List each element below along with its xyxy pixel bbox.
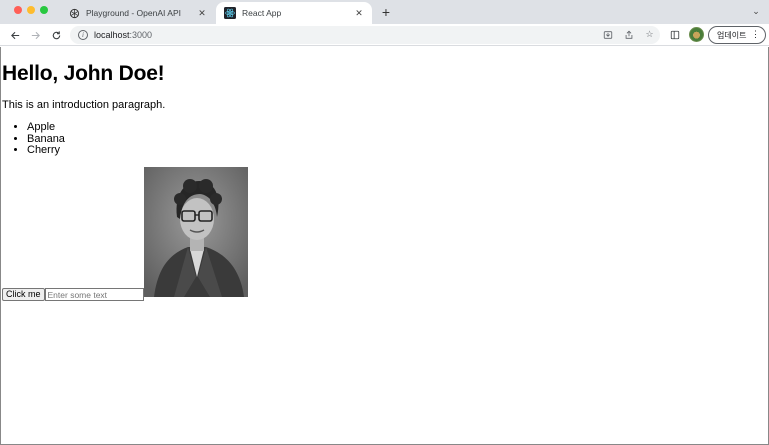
chevron-down-icon[interactable]: ⌄ — [750, 5, 762, 17]
reload-icon[interactable] — [48, 27, 64, 43]
install-icon[interactable] — [601, 28, 614, 41]
list-item: Cherry — [27, 145, 65, 157]
update-button[interactable]: 업데이트 ⋮ — [708, 26, 766, 44]
tab-react-app[interactable]: React App ✕ — [216, 2, 372, 24]
forward-arrow-icon[interactable] — [27, 27, 43, 43]
minimize-window-button[interactable] — [27, 6, 35, 14]
control-row: Click me — [2, 167, 248, 301]
new-tab-button[interactable]: + — [378, 3, 394, 21]
page-viewport: Hello, John Doe! This is an introduction… — [0, 47, 769, 445]
react-icon — [224, 7, 236, 19]
side-panel-icon[interactable] — [668, 28, 682, 42]
intro-paragraph: This is an introduction paragraph. — [2, 99, 166, 111]
tab-title: React App — [242, 8, 282, 18]
click-me-button[interactable]: Click me — [2, 288, 45, 301]
openai-icon — [68, 7, 80, 19]
url-text: localhost:3000 — [94, 30, 153, 40]
browser-toolbar: i localhost:3000 ☆ 업데이트 ⋮ — [0, 24, 769, 46]
tab-title: Playground - OpenAI API — [86, 8, 181, 18]
close-icon[interactable]: ✕ — [195, 6, 209, 20]
back-arrow-icon[interactable] — [7, 27, 23, 43]
page-heading: Hello, John Doe! — [2, 62, 165, 85]
profile-avatar[interactable] — [689, 27, 704, 42]
tab-strip: Playground - OpenAI API ✕ React App ✕ + … — [0, 0, 769, 24]
address-bar[interactable]: i localhost:3000 ☆ — [70, 26, 660, 44]
maximize-window-button[interactable] — [40, 6, 48, 14]
update-label: 업데이트 — [717, 30, 747, 40]
close-icon[interactable]: ✕ — [352, 6, 366, 20]
close-window-button[interactable] — [14, 6, 22, 14]
portrait-image — [143, 167, 248, 297]
share-icon[interactable] — [622, 28, 635, 41]
info-icon[interactable]: i — [78, 30, 88, 40]
more-menu-icon[interactable]: ⋮ — [751, 29, 760, 40]
tab-playground[interactable]: Playground - OpenAI API ✕ — [60, 2, 215, 24]
bookmark-star-icon[interactable]: ☆ — [643, 28, 656, 41]
fruit-list: Apple Banana Cherry — [27, 121, 65, 157]
list-item: Apple — [27, 121, 65, 134]
text-input[interactable] — [44, 288, 144, 301]
